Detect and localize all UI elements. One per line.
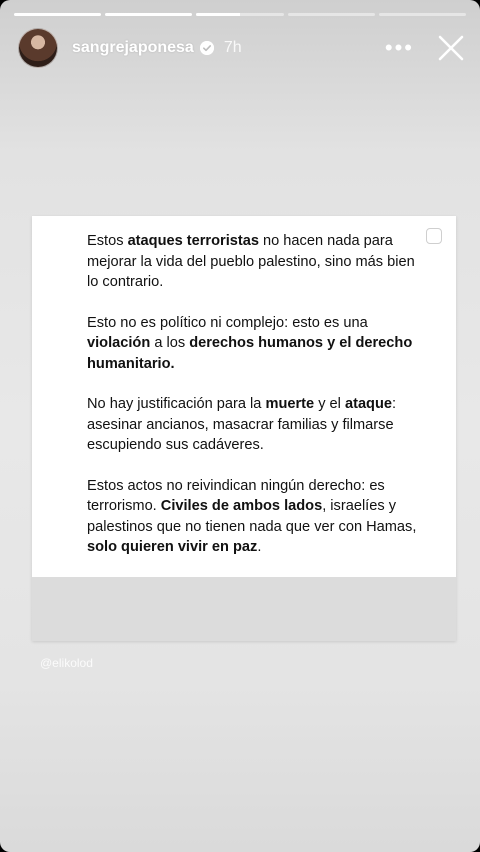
story-viewer[interactable]: sangrejaponesa 7h ••• Estos ataques terr…: [0, 0, 480, 852]
progress-segment: [378, 13, 467, 16]
story-header: sangrejaponesa 7h •••: [18, 28, 466, 68]
text-run: y el: [314, 396, 345, 412]
timestamp: 7h: [223, 39, 242, 56]
bold-text: ataque: [344, 396, 393, 412]
close-icon[interactable]: [436, 33, 466, 63]
post-paragraph: Estos ataques terroristas no hacen nada …: [87, 231, 417, 293]
progress-segment: [14, 13, 102, 16]
bold-text: Civiles de ambos lados: [160, 498, 323, 514]
avatar[interactable]: [18, 28, 58, 68]
username[interactable]: sangrejaponesa: [72, 39, 194, 57]
post-paragraph: Esto no es político ni complejo: esto es…: [87, 313, 417, 375]
post-paragraph: No hay justificación para la muerte y el…: [87, 394, 417, 456]
text-run: Estos: [87, 233, 128, 249]
bold-text: ataques terroristas: [127, 233, 259, 249]
text-run: .: [257, 539, 262, 555]
watermark-handle: @elikolod: [40, 656, 93, 670]
bold-text: violación: [87, 335, 151, 351]
bold-text: solo quieren vivir en paz: [87, 539, 258, 555]
text-run: Esto no es político ni complejo: esto es…: [87, 314, 368, 331]
post-text: Estos ataques terroristas no hacen nada …: [87, 231, 417, 578]
multiple-images-icon: [426, 228, 442, 244]
text-run: a los: [150, 335, 190, 351]
progress-segment: [287, 13, 375, 16]
bold-text: muerte: [265, 396, 315, 412]
text-run: No hay justificación para la: [87, 396, 266, 412]
post-paragraph: Estos actos no reivindican ningún derech…: [87, 476, 417, 558]
progress-segment: [196, 13, 284, 16]
more-options-icon[interactable]: •••: [385, 37, 414, 59]
verified-badge-icon: [199, 41, 214, 55]
shared-post-card[interactable]: Estos ataques terroristas no hacen nada …: [32, 216, 456, 641]
post-image: Estos ataques terroristas no hacen nada …: [32, 216, 456, 577]
progress-segment: [105, 13, 193, 16]
story-progress-bar: [14, 13, 467, 16]
